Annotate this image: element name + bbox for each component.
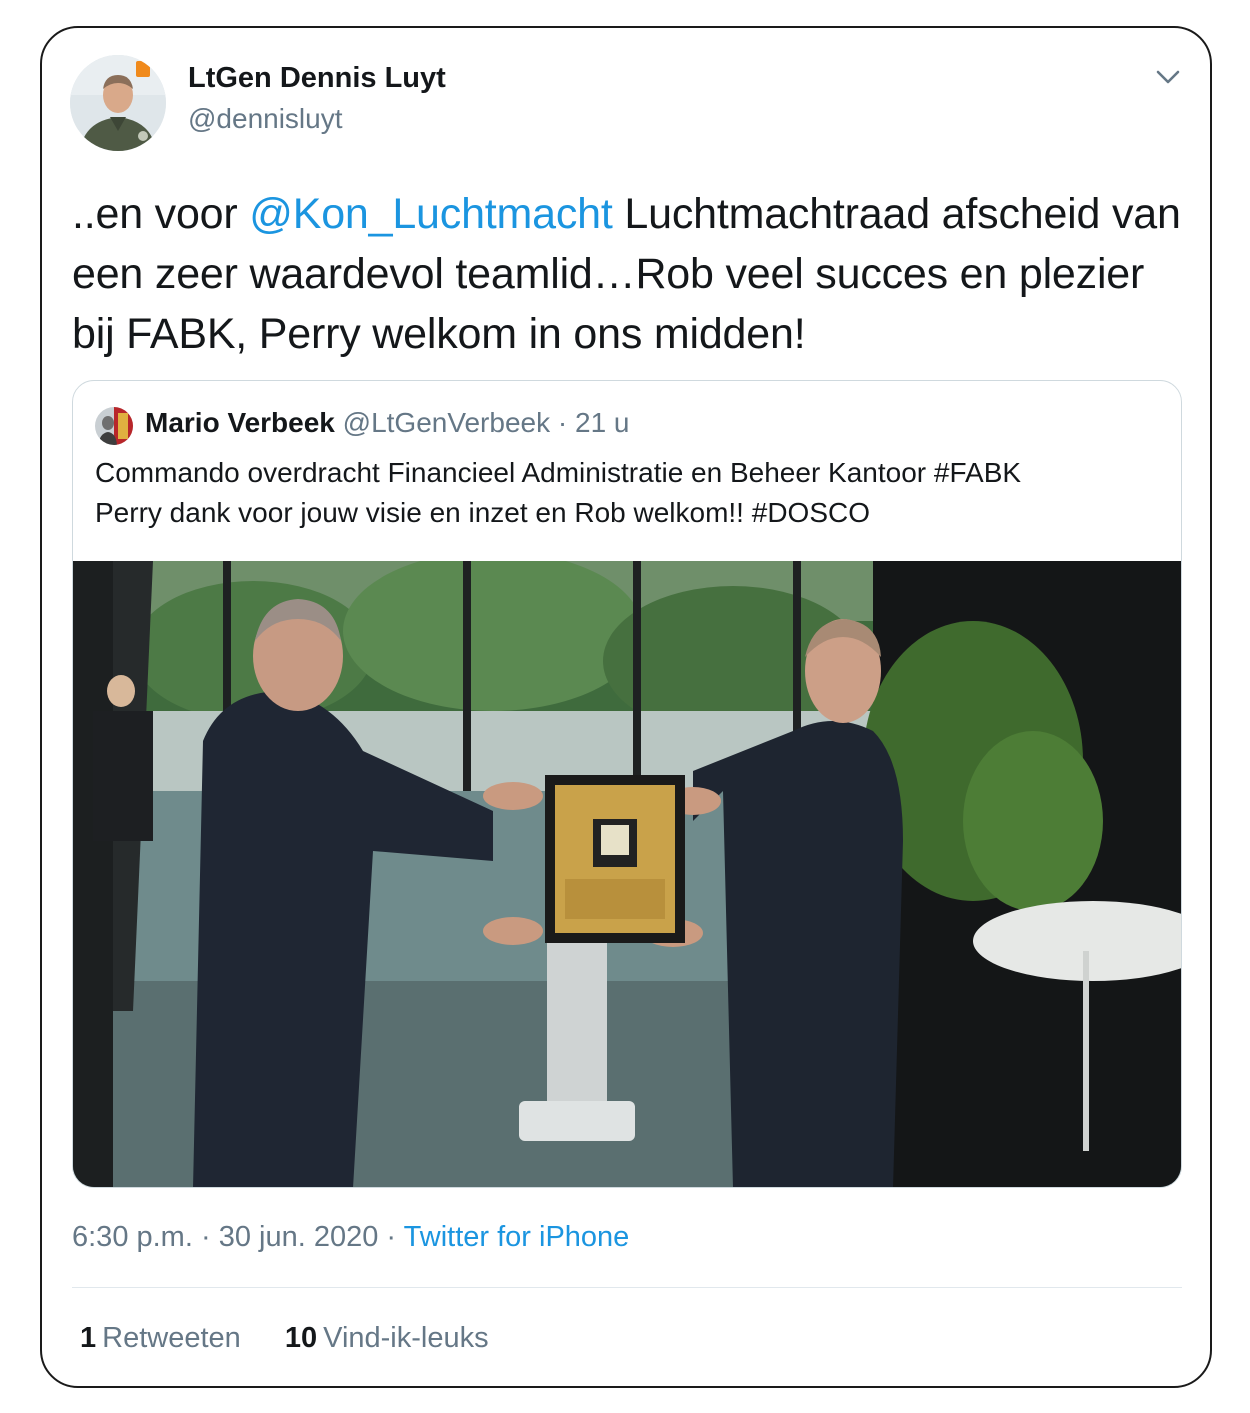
likes-label: Vind-ik-leuks [323,1322,489,1354]
retweets-label: Retweeten [102,1322,241,1354]
retweets-stat[interactable]: 1 Retweeten [80,1322,241,1355]
quoted-header: Mario Verbeek @LtGenVerbeek · 21 u [145,407,630,439]
tweet-time[interactable]: 6:30 p.m. [72,1221,193,1253]
quoted-separator: · [557,407,568,438]
quoted-text-line-1: Commando overdracht Financieel Administr… [95,457,1022,488]
likes-count: 10 [284,1322,318,1354]
chevron-down-icon[interactable] [1152,64,1184,90]
quoted-author-name[interactable]: Mario Verbeek [145,407,335,438]
quoted-text: Commando overdracht Financieel Administr… [95,453,1155,533]
quoted-avatar-image [95,407,133,445]
divider [72,1287,1182,1288]
ceremony-photo [73,561,1181,1187]
tweet-meta: 6:30 p.m. · 30 jun. 2020 · Twitter for i… [72,1221,629,1254]
tweet-date[interactable]: 30 jun. 2020 [219,1221,379,1253]
meta-separator-2: · [386,1221,397,1253]
tweet-stats: 1 Retweeten 10 Vind-ik-leuks [80,1322,525,1355]
quoted-timestamp[interactable]: 21 u [575,407,630,438]
author-handle[interactable]: @dennisluyt [188,103,343,135]
likes-stat[interactable]: 10 Vind-ik-leuks [285,1322,489,1355]
quoted-photo[interactable] [73,561,1181,1187]
tweet-text-prefix: ..en voor [72,190,250,238]
author-name[interactable]: LtGen Dennis Luyt [188,62,446,95]
quoted-avatar[interactable] [95,407,133,445]
tweet-text: ..en voor @Kon_Luchtmacht Luchtmachtraad… [72,184,1182,364]
avatar-image [70,55,166,151]
quoted-tweet[interactable]: Mario Verbeek @LtGenVerbeek · 21 u Comma… [72,380,1182,1188]
author-avatar[interactable] [70,55,166,151]
mention-link[interactable]: @Kon_Luchtmacht [249,190,613,238]
retweets-count: 1 [80,1322,97,1354]
meta-separator-1: · [200,1221,211,1253]
quoted-author-handle[interactable]: @LtGenVerbeek [343,407,550,438]
tweet-source-link[interactable]: Twitter for iPhone [404,1221,630,1253]
quoted-text-line-2: Perry dank voor jouw visie en inzet en R… [95,497,870,528]
